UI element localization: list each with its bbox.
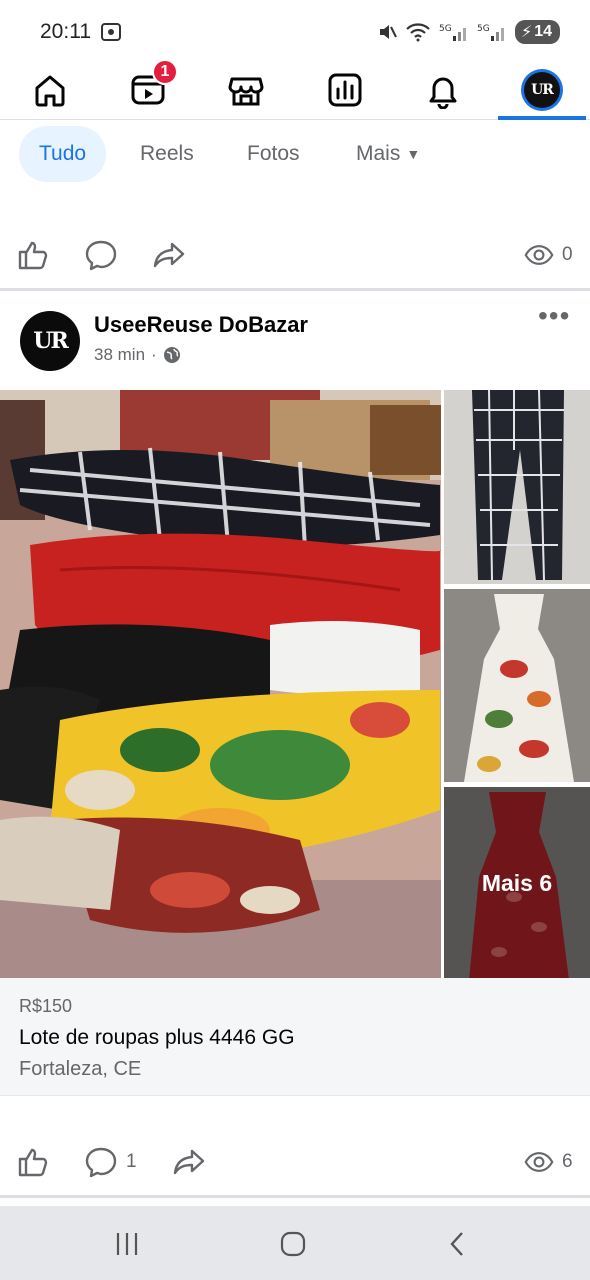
- nav-home[interactable]: [14, 62, 86, 118]
- post-author[interactable]: UseeReuse DoBazar: [94, 312, 308, 338]
- nav-video[interactable]: 1: [112, 59, 184, 118]
- thumbnail-photo-3[interactable]: Mais 6: [444, 787, 590, 980]
- post-divider: [0, 1195, 590, 1198]
- tab-label: Reels: [140, 142, 194, 165]
- thumbnail-photo-2[interactable]: [444, 589, 590, 782]
- comment-button[interactable]: 1: [84, 1142, 137, 1182]
- listing-title: Lote de roupas plus 4446 GG: [19, 1026, 295, 1049]
- post-time: 38 min: [94, 345, 146, 364]
- eye-icon: [524, 245, 554, 265]
- like-button[interactable]: [16, 1142, 50, 1182]
- tab-label: Fotos: [247, 142, 300, 165]
- post-meta: 38 min ·: [94, 345, 181, 365]
- previous-post-actions: 0: [0, 235, 590, 275]
- share-button[interactable]: [172, 1142, 206, 1182]
- recent-apps-icon: [116, 1233, 138, 1255]
- home-icon: [35, 75, 65, 107]
- comment-button[interactable]: [84, 235, 118, 275]
- back-icon: [450, 1232, 463, 1256]
- active-tab-indicator: [498, 116, 586, 120]
- battery-level: 14: [534, 23, 552, 40]
- wifi-icon: [406, 23, 430, 42]
- filter-tabs: Tudo Reels Fotos Mais ▼: [0, 126, 590, 182]
- post-actions: 1 6: [0, 1142, 590, 1182]
- views-number: 0: [562, 244, 573, 265]
- share-icon: [153, 242, 185, 268]
- views-number: 6: [562, 1151, 573, 1172]
- globe-icon: [163, 347, 180, 363]
- like-button[interactable]: [16, 235, 50, 275]
- thumbnail-photo-1[interactable]: [444, 390, 590, 584]
- battery-indicator: ⚡ 14: [514, 20, 560, 44]
- post-divider: [0, 288, 590, 291]
- comment-icon: [85, 1147, 117, 1178]
- listing-price: R$150: [19, 996, 73, 1016]
- comment-icon: [85, 240, 117, 271]
- caret-down-icon: ▼: [406, 146, 421, 162]
- status-icons: 5G 5G ⚡ 14: [377, 20, 560, 44]
- main-photo[interactable]: [0, 390, 441, 978]
- more-photos-overlay[interactable]: Mais 6: [444, 787, 590, 980]
- marketplace-listing[interactable]: R$150 Lote de roupas plus 4446 GG Fortal…: [0, 978, 590, 1096]
- bell-icon: [429, 77, 457, 109]
- share-button[interactable]: [152, 235, 186, 275]
- notification-badge: 1: [152, 59, 178, 85]
- tab-tudo[interactable]: Tudo: [19, 126, 107, 182]
- avatar-text: UR: [524, 72, 560, 108]
- status-bar: 20:11 5G 5G ⚡ 14: [0, 0, 590, 62]
- home-circle-icon: [280, 1231, 306, 1257]
- author-avatar-text: UR: [33, 328, 68, 354]
- views-count: 0: [524, 235, 573, 275]
- meta-separator: ·: [151, 345, 157, 364]
- signal-5g-icon: 5G: [477, 24, 504, 41]
- tab-label: Mais: [356, 142, 401, 165]
- like-icon: [18, 1148, 48, 1177]
- clothes-pile-image: [0, 390, 441, 978]
- top-nav: 1 UR: [0, 59, 590, 120]
- plaid-pants-image: [444, 390, 590, 584]
- author-avatar[interactable]: UR: [20, 311, 80, 371]
- nav-dashboard[interactable]: [309, 62, 381, 118]
- signal-5g-icon: 5G: [439, 24, 466, 41]
- tab-label: Tudo: [39, 142, 87, 165]
- nav-notifications[interactable]: [407, 62, 479, 118]
- comment-count: 1: [126, 1151, 137, 1172]
- back-button[interactable]: [438, 1224, 478, 1264]
- status-time: 20:11: [40, 20, 91, 43]
- like-icon: [18, 241, 48, 270]
- charging-icon: ⚡: [520, 24, 533, 41]
- listing-location: Fortaleza, CE: [19, 1058, 142, 1080]
- svg-text:5G: 5G: [439, 24, 452, 34]
- marketplace-icon: [228, 77, 264, 106]
- views-count: 6: [524, 1142, 573, 1182]
- share-icon: [173, 1149, 205, 1175]
- more-photos-label: Mais 6: [481, 870, 553, 896]
- nav-profile[interactable]: UR: [506, 62, 578, 118]
- system-nav-bar: [0, 1206, 590, 1280]
- screen-record-icon: [100, 22, 122, 42]
- svg-text:5G: 5G: [477, 24, 490, 34]
- tab-reels[interactable]: Reels: [120, 126, 214, 182]
- nav-marketplace[interactable]: [210, 62, 282, 118]
- home-button[interactable]: [273, 1224, 313, 1264]
- tab-fotos[interactable]: Fotos: [227, 126, 320, 182]
- tab-mais[interactable]: Mais ▼: [336, 126, 440, 182]
- more-options-icon[interactable]: •••: [538, 300, 570, 332]
- eye-icon: [524, 1152, 554, 1172]
- dashboard-icon: [328, 73, 362, 107]
- avatar-icon: UR: [521, 69, 563, 111]
- mute-icon: [379, 25, 397, 39]
- recent-apps-button[interactable]: [107, 1224, 147, 1264]
- floral-dress-image: [444, 589, 590, 782]
